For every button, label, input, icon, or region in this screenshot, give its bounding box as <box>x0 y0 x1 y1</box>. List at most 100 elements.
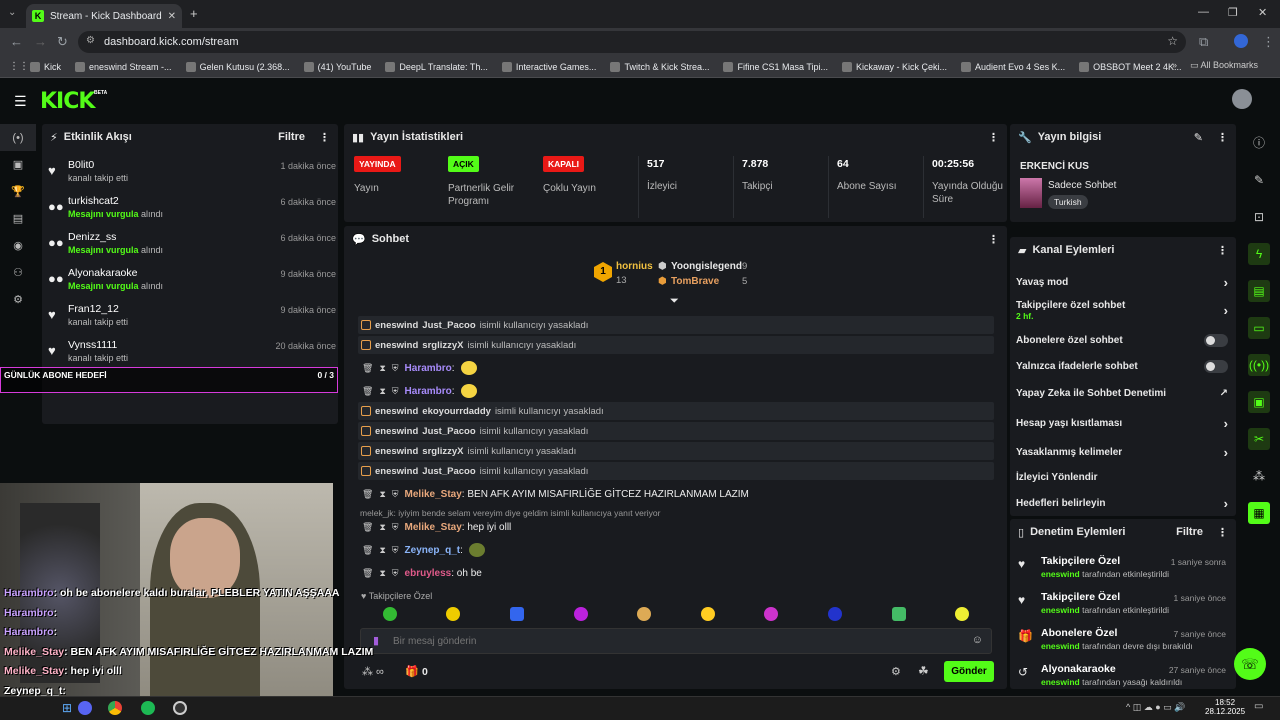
chat-username[interactable]: Harambro <box>405 386 452 397</box>
activity-item[interactable]: ●● Denizz_ss Mesajını vurgula alındı 6 daki… <box>48 231 336 267</box>
back-icon[interactable]: ← <box>10 34 23 49</box>
new-tab-icon[interactable]: + <box>190 6 198 21</box>
minimize-icon[interactable]: — <box>1198 6 1209 18</box>
tray-icons[interactable]: ^ ◫ ☁ ● ▭ 🔊 <box>1126 702 1185 713</box>
preview-icon[interactable]: ⊡ <box>1238 198 1280 235</box>
chat-more-icon[interactable]: ⋮ <box>988 233 999 246</box>
emote-icon[interactable] <box>700 607 715 621</box>
activity-filter-button[interactable]: Filtre <box>278 131 305 143</box>
kick-emote-icon[interactable]: ☘ <box>918 664 929 678</box>
ban-icon[interactable]: ⛨ <box>392 386 399 397</box>
top-chatter-1-name[interactable]: hornius <box>616 261 653 272</box>
discord-icon[interactable] <box>78 701 92 715</box>
all-bookmarks[interactable]: ▭ All Bookmarks <box>1190 60 1258 71</box>
chat-settings-icon[interactable]: ⚙ <box>891 665 901 678</box>
emote-icon[interactable] <box>446 607 461 621</box>
settings-gear-icon[interactable]: ⚙ <box>0 286 36 313</box>
delete-icon[interactable]: 🗑 <box>362 363 373 374</box>
emote-icon[interactable] <box>573 607 588 621</box>
moderation-more-icon[interactable]: ⋮ <box>1217 526 1228 539</box>
timeout-icon[interactable]: ⧗ <box>379 363 385 374</box>
banned-user-name[interactable]: srglizzyX <box>422 446 463 457</box>
collapse-leaderboard-icon[interactable]: ⏷ <box>670 295 679 308</box>
browser-tab[interactable]: K Stream - Kick Dashboard ✕ <box>26 4 182 28</box>
banned-user-name[interactable]: ekoyourrdaddy <box>422 406 491 417</box>
moderator-name[interactable]: eneswind <box>375 446 418 457</box>
mod-action-line[interactable]: eneswind srglizzyX isimli kullanıcıyı yasa… <box>358 442 994 460</box>
ban-icon[interactable]: ⛨ <box>392 522 399 533</box>
timeout-icon[interactable]: ⧗ <box>379 568 385 579</box>
chat-username[interactable]: Melike_Stay <box>405 522 462 533</box>
clock[interactable]: 18:52 28.12.2025 <box>1205 698 1245 716</box>
bookmark-item[interactable]: Fifine CS1 Masa Tipi... <box>723 61 828 72</box>
notes-icon[interactable]: ▤ <box>1238 272 1280 309</box>
activity-item[interactable]: ●● Alyonakaraoke Mesajını vurgula alındı 9 … <box>48 267 336 303</box>
edit-pencil-icon[interactable]: ✎ <box>1194 131 1203 144</box>
bookmark-star-icon[interactable]: ☆ <box>1167 34 1178 48</box>
timeout-icon[interactable]: ⧗ <box>379 545 385 556</box>
channel-action-row[interactable]: İzleyici Yönlendir <box>1016 465 1228 489</box>
chat-username[interactable]: Zeynep_q_t <box>405 545 461 556</box>
ban-icon[interactable]: ⛨ <box>392 568 399 579</box>
banned-user-name[interactable]: Just_Pacoo <box>422 426 475 437</box>
bookmark-item[interactable]: Twitch & Kick Strea... <box>610 61 709 72</box>
send-button[interactable]: Gönder <box>944 661 994 682</box>
clapper-icon[interactable]: ▦ <box>1238 494 1280 531</box>
moderation-action-item[interactable]: ♥ Takipçilere Özel eneswind tarafından etk… <box>1018 555 1226 591</box>
emote-icon[interactable] <box>637 607 652 621</box>
channel-action-row[interactable]: Takipçilere özel sohbet 2 hf. › <box>1016 298 1228 322</box>
bookmark-item[interactable]: (41) YouTube <box>303 61 371 72</box>
chat-message[interactable]: 🗑 ⧗ ⛨ ebruyless: oh be <box>362 563 482 583</box>
notification-icon[interactable]: ▭ <box>1254 701 1263 712</box>
ban-icon[interactable]: ⛨ <box>392 363 399 374</box>
emote-icon[interactable] <box>827 607 842 621</box>
emote-icon[interactable] <box>891 607 906 621</box>
bookmark-item[interactable]: Kick <box>30 61 61 72</box>
delete-icon[interactable]: 🗑 <box>362 545 373 556</box>
bookmark-item[interactable]: eneswind Stream -... <box>75 61 172 72</box>
activity-item[interactable]: ♥ Fran12_12 kanalı takip etti 9 dakika önce <box>48 303 336 339</box>
reload-icon[interactable]: ↻ <box>57 34 68 50</box>
stream-info-more-icon[interactable]: ⋮ <box>1217 131 1228 144</box>
community-icon[interactable]: ◉ <box>0 232 36 259</box>
mod-action-line[interactable]: eneswind srglizzyX isimli kullanıcıyı yasa… <box>358 336 994 354</box>
bookmark-item[interactable]: Gelen Kutusu (2.368... <box>185 61 290 72</box>
emote-icon[interactable] <box>955 607 970 621</box>
toggle-switch[interactable] <box>1204 359 1228 373</box>
pencil-icon[interactable]: ✎ <box>1238 161 1280 198</box>
support-chat-icon[interactable]: ☏ <box>1234 648 1266 680</box>
bookmark-item[interactable]: Audient Evo 4 Ses K... <box>961 61 1065 72</box>
chat-username[interactable]: Harambro <box>405 363 452 374</box>
channel-action-row[interactable]: Abonelere özel sohbet <box>1016 328 1228 352</box>
moderator-name[interactable]: eneswind <box>375 320 418 331</box>
mod-action-line[interactable]: eneswind Just_Pacoo isimli kullanıcıyı yas… <box>358 422 994 440</box>
mic-icon[interactable]: ▮ <box>373 634 379 647</box>
ban-icon[interactable]: ⛨ <box>392 545 399 556</box>
mod-action-line[interactable]: eneswind Just_Pacoo isimli kullanıcıyı yas… <box>358 462 994 480</box>
channel-action-row[interactable]: Yapay Zeka ile Sohbet Denetimi ↗ <box>1016 381 1228 405</box>
banned-user-name[interactable]: srglizzyX <box>422 340 463 351</box>
emoji-picker-icon[interactable]: ☺ <box>972 634 983 646</box>
moderator-name[interactable]: eneswind <box>375 406 418 417</box>
top-chatter-3-name[interactable]: TomBrave <box>671 276 719 287</box>
activity-more-icon[interactable]: ⋮ <box>319 131 330 144</box>
trophy-icon[interactable]: 🏆 <box>0 178 36 205</box>
ban-icon[interactable]: ⛨ <box>392 489 399 500</box>
delete-icon[interactable]: 🗑 <box>362 489 373 500</box>
info-icon[interactable]: ⓘ <box>1238 124 1280 161</box>
apps-icon[interactable]: ⋮⋮ <box>9 61 29 72</box>
moderation-actor[interactable]: eneswind <box>1041 605 1080 615</box>
channel-actions-more-icon[interactable]: ⋮ <box>1217 244 1228 257</box>
profile-avatar[interactable] <box>1234 34 1248 48</box>
emote-icon[interactable] <box>764 607 779 621</box>
channel-action-row[interactable]: Yalnızca ifadelerle sohbet <box>1016 354 1228 378</box>
timeout-icon[interactable]: ⧗ <box>379 522 385 533</box>
moderation-actor[interactable]: eneswind <box>1041 641 1080 651</box>
chat-message[interactable]: 🗑 ⧗ ⛨ Melike_Stay: BEN AFK AYIM MISAFIRLİĞE… <box>362 484 749 504</box>
stats-more-icon[interactable]: ⋮ <box>988 131 999 144</box>
mod-action-line[interactable]: eneswind ekoyourrdaddy isimli kullanıcıyı … <box>358 402 994 420</box>
chat-message-input[interactable] <box>393 633 953 649</box>
channel-points-icon[interactable]: ⁂ ∞ <box>362 665 384 678</box>
url-field[interactable]: ⚙ dashboard.kick.com/stream ☆ <box>78 31 1186 53</box>
extensions-icon[interactable]: ⧉ <box>1199 34 1208 50</box>
